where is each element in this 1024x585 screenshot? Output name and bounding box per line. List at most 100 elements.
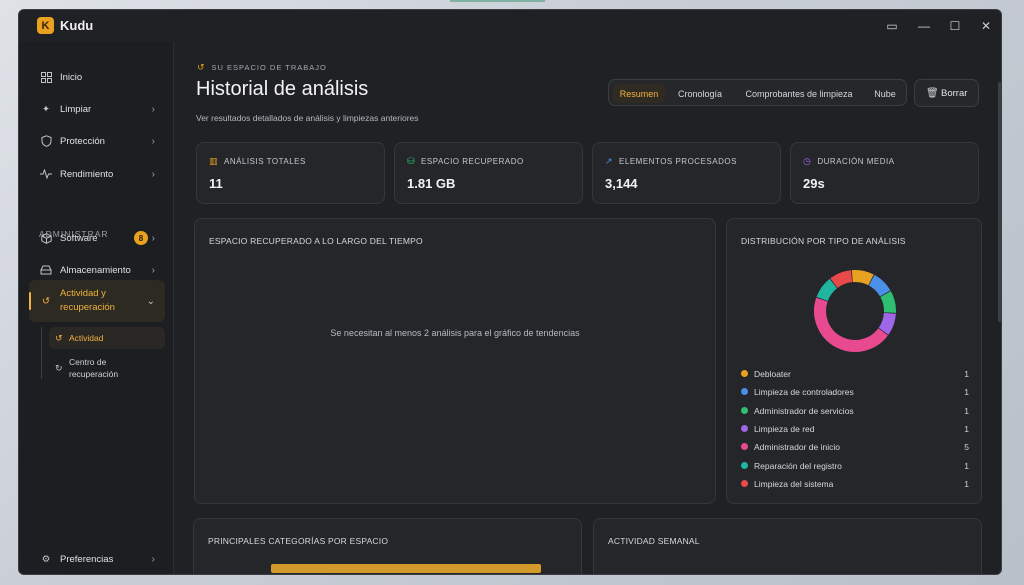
legend-count: 1 [964, 369, 969, 379]
chevron-right-icon: › [151, 168, 155, 180]
sidebar-item-label: Almacenamiento [60, 264, 131, 276]
sidebar-item-software[interactable]: Software 8 › [29, 223, 165, 253]
sidebar-item-preferencias[interactable]: ⚙ Preferencias › [29, 544, 165, 574]
stat-label: DURACIÓN MEDIA [817, 157, 895, 166]
sidebar-subitem-label: Actividad [69, 333, 104, 343]
delete-button[interactable]: 🗑 Borrar [914, 79, 979, 107]
shield-icon [39, 134, 53, 148]
legend-dot [741, 443, 748, 451]
sidebar-subitem-label: Centro de recuperación [69, 357, 119, 379]
stat-value: 3,144 [605, 176, 638, 191]
legend-item: Limpieza de red 1 [741, 422, 969, 436]
donut-slice-reparación-del-registro [816, 278, 838, 302]
clock-icon: ◷ [803, 156, 812, 166]
donut-slice-limpieza-de-controladores [868, 274, 891, 297]
legend-dot [741, 370, 748, 377]
stat-value: 11 [209, 176, 223, 191]
tab-resumen[interactable]: Resumen [613, 84, 665, 103]
drive-icon [39, 263, 53, 277]
active-indicator [29, 292, 31, 310]
sidebar-item-label: Actividad y recuperación [60, 288, 115, 313]
sidebar-item-label: Inicio [60, 71, 83, 83]
app-window: K Kudu ▭ — ☐ ✕ Inicio ✦ Limpiar › Protec… [18, 9, 1002, 575]
legend-item: Limpieza de controladores 1 [741, 385, 969, 399]
legend-label: Limpieza de red [754, 423, 815, 434]
sidebar-item-inicio[interactable]: Inicio [29, 62, 165, 92]
legend-label: Administrador de servicios [754, 405, 854, 416]
legend-item: Reparación del registro 1 [741, 459, 969, 473]
bar-chart-icon: ▥ [209, 156, 219, 166]
chevron-right-icon: › [151, 135, 155, 147]
sidebar-subitem-actividad[interactable]: ↺ Actividad [49, 327, 165, 349]
chevron-right-icon: › [151, 232, 155, 244]
main-scrollbar[interactable] [998, 82, 1001, 322]
stat-label-row: ▥ ANÁLISIS TOTALES [209, 156, 306, 167]
sidebar-item-label: Protección [60, 135, 105, 147]
monitor-icon[interactable]: ▭ [883, 17, 901, 35]
legend-count: 1 [964, 460, 969, 471]
eyebrow-label: SU ESPACIO DE TRABAJO [211, 63, 327, 72]
top-categories-title: PRINCIPALES CATEGORÍAS POR ESPACIO [208, 536, 389, 546]
sidebar-item-label: Preferencias [60, 553, 114, 565]
history-icon: ↺ [42, 295, 50, 307]
sidebar-item-label: Software [60, 232, 98, 244]
close-button[interactable]: ✕ [977, 17, 995, 35]
update-count-badge: 8 [134, 231, 148, 245]
donut-slice-administrador-de-servicios [880, 291, 896, 313]
stat-label: ANÁLISIS TOTALES [224, 157, 306, 166]
legend-item: Administrador de servicios 1 [741, 404, 969, 418]
tab-cronologia[interactable]: Cronología [670, 84, 730, 103]
page-title: Historial de análisis [196, 78, 369, 100]
tab-nube[interactable]: Nube [866, 84, 904, 103]
chevron-down-icon: ⌄ [146, 295, 155, 307]
submenu-line [41, 327, 42, 379]
chevron-right-icon: › [151, 553, 155, 565]
restore-icon: ↻ [55, 362, 63, 373]
legend-dot [741, 406, 748, 414]
legend-label: Reparación del registro [754, 460, 842, 471]
history-icon: ↺ [55, 332, 63, 343]
maximize-button[interactable]: ☐ [946, 17, 964, 35]
weekly-activity-title: ACTIVIDAD SEMANAL [608, 536, 700, 546]
sidebar-item-rendimiento[interactable]: Rendimiento › [29, 159, 165, 189]
page-subtitle: Ver resultados detallados de análisis y … [196, 113, 419, 123]
app-title: Kudu [60, 18, 94, 33]
sidebar-item-proteccion[interactable]: Protección › [29, 126, 165, 156]
stat-card-space: ⛁ ESPACIO RECUPERADO 1.81 GB [394, 142, 583, 204]
legend-item: Limpieza del sistema 1 [741, 477, 969, 491]
trend-empty-message: Se necesitan al menos 2 análisis para el… [330, 328, 580, 338]
app-logo-icon: K [37, 17, 54, 34]
sidebar-item-limpiar[interactable]: ✦ Limpiar › [29, 94, 165, 124]
stat-card-total: ▥ ANÁLISIS TOTALES 11 [196, 142, 385, 204]
title-bar: K Kudu ▭ — ☐ ✕ [19, 10, 1001, 42]
history-icon: ↺ [197, 62, 206, 72]
category-bar [271, 564, 541, 573]
main-content: ↺ SU ESPACIO DE TRABAJO Historial de aná… [175, 42, 1001, 574]
legend-dot [741, 388, 748, 396]
sidebar-item-actividad-recuperacion[interactable]: ↺ Actividad y recuperación ⌄ [29, 280, 165, 322]
sidebar-subitem-centro-recuperacion[interactable]: ↻ Centro de recuperación [49, 354, 165, 382]
legend-dot [741, 424, 748, 432]
minimize-button[interactable]: — [915, 17, 933, 35]
legend-dot [741, 479, 748, 487]
legend-count: 1 [964, 478, 969, 489]
eyebrow: ↺ SU ESPACIO DE TRABAJO [197, 62, 327, 73]
drive-icon: ⛁ [407, 156, 416, 166]
legend-item: Debloater 1 [741, 367, 969, 381]
legend-label: Limpieza de controladores [754, 387, 854, 398]
legend-label: Debloater [754, 369, 791, 379]
distribution-panel: DISTRIBUCIÓN POR TIPO DE ANÁLISIS Debloa… [726, 218, 982, 504]
distribution-donut-chart [814, 270, 896, 352]
stat-card-duration: ◷ DURACIÓN MEDIA 29s [790, 142, 979, 204]
gear-icon: ⚙ [41, 553, 51, 565]
legend-count: 1 [964, 405, 969, 416]
trend-panel: ESPACIO RECUPERADO A LO LARGO DEL TIEMPO… [194, 218, 716, 504]
stat-label: ESPACIO RECUPERADO [421, 157, 524, 166]
pulse-icon [39, 167, 53, 181]
sidebar-item-label: Rendimiento [60, 168, 114, 180]
tab-comprobantes[interactable]: Comprobantes de limpieza [736, 84, 862, 103]
chevron-right-icon: › [151, 103, 155, 115]
stat-card-items: ↗ ELEMENTOS PROCESADOS 3,144 [592, 142, 781, 204]
donut-slice-limpieza-de-red [878, 312, 896, 335]
trend-icon: ↗ [605, 156, 614, 166]
